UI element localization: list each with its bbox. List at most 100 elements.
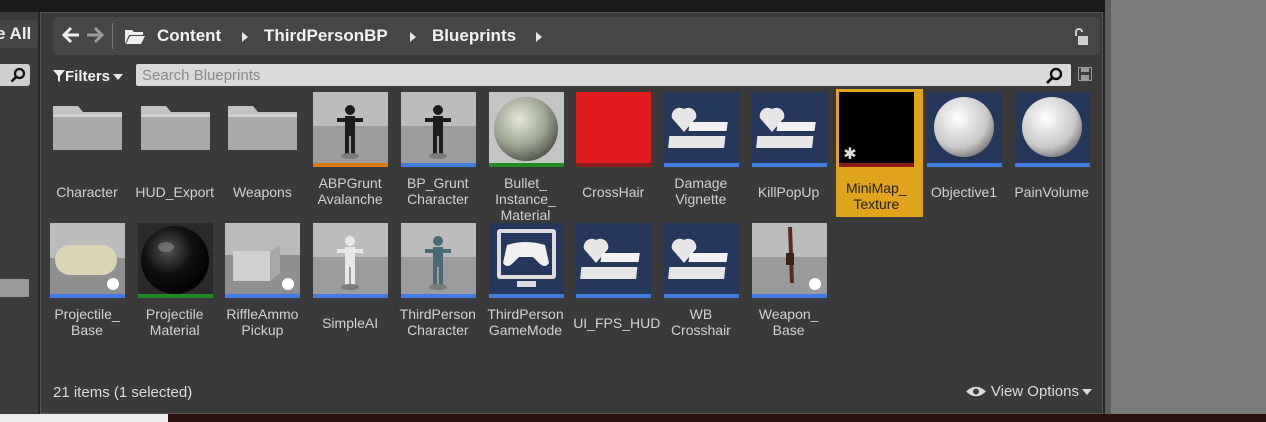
breadcrumb-arrow-icon[interactable] bbox=[536, 32, 542, 42]
filter-icon bbox=[53, 70, 65, 82]
breadcrumb-arrow-icon[interactable] bbox=[242, 32, 248, 42]
asset-thumbnail bbox=[138, 92, 213, 167]
asset-thumbnail bbox=[663, 92, 739, 167]
asset-tile[interactable]: ThirdPerson Character bbox=[398, 220, 485, 348]
asset-tile[interactable]: UI_FPS_HUD bbox=[573, 220, 660, 348]
left-selected-row[interactable] bbox=[0, 279, 29, 297]
content-browser: Content ThirdPersonBP Blueprints Filters… bbox=[40, 12, 1103, 414]
asset-thumbnail bbox=[313, 223, 389, 298]
asset-label: PainVolume bbox=[1014, 184, 1090, 200]
asset-tile[interactable]: Objective1 bbox=[924, 89, 1011, 217]
asset-tile[interactable]: Projectile Material bbox=[135, 220, 222, 348]
asset-label: Bullet_ Instance_ Material bbox=[495, 175, 556, 223]
asset-type-stripe bbox=[1014, 163, 1090, 167]
forward-arrow-icon[interactable] bbox=[85, 25, 105, 45]
asset-type-stripe bbox=[488, 294, 564, 298]
asset-thumbnail bbox=[751, 223, 827, 298]
asset-type-stripe bbox=[400, 163, 476, 167]
asset-thumbnail bbox=[576, 92, 652, 167]
asset-thumbnail bbox=[576, 223, 652, 298]
asset-tile[interactable]: RiffleAmmo Pickup bbox=[222, 220, 309, 348]
asset-thumbnail bbox=[50, 223, 125, 298]
asset-label: Character bbox=[56, 184, 118, 200]
breadcrumb-arrow-icon[interactable] bbox=[410, 32, 416, 42]
filters-button[interactable]: Filters bbox=[53, 66, 124, 88]
search-icon bbox=[10, 67, 26, 83]
folder-open-icon[interactable] bbox=[124, 28, 146, 45]
asset-tile[interactable]: HUD_Export bbox=[135, 89, 222, 217]
asset-label: MiniMap_ Texture bbox=[845, 180, 907, 212]
filters-label: Filters bbox=[65, 68, 111, 85]
widget-icon bbox=[663, 92, 739, 167]
asset-tile[interactable]: Character bbox=[47, 89, 134, 217]
asset-tile[interactable]: Bullet_ Instance_ Material bbox=[486, 89, 573, 223]
right-panel bbox=[1105, 0, 1266, 414]
asset-tile[interactable]: CrossHair bbox=[573, 89, 660, 217]
search-icon[interactable] bbox=[1045, 67, 1063, 85]
asset-label: WB Crosshair bbox=[670, 306, 731, 338]
material-sphere-icon bbox=[488, 92, 564, 167]
asset-tile[interactable]: Projectile_ Base bbox=[47, 220, 134, 348]
asset-thumbnail-icon bbox=[225, 223, 301, 298]
asset-thumbnail bbox=[1014, 92, 1090, 167]
save-all-button[interactable]: e All bbox=[0, 20, 38, 48]
breadcrumb-blueprints[interactable]: Blueprints bbox=[432, 17, 516, 55]
back-arrow-icon[interactable] bbox=[61, 25, 81, 45]
asset-thumbnail-icon bbox=[400, 92, 476, 167]
panel-edge[interactable] bbox=[1105, 0, 1111, 414]
asset-type-stripe bbox=[488, 163, 564, 167]
asset-tile[interactable]: WB Crosshair bbox=[661, 220, 748, 348]
breadcrumb-content[interactable]: Content bbox=[157, 17, 221, 55]
asset-label: KillPopUp bbox=[757, 184, 820, 200]
asset-label: UI_FPS_HUD bbox=[573, 315, 661, 331]
asset-tile[interactable]: PainVolume bbox=[1012, 89, 1099, 217]
asset-label: BP_Grunt Character bbox=[407, 175, 469, 207]
asset-thumbnail bbox=[400, 223, 476, 298]
render-target-icon: ✱ bbox=[839, 92, 915, 167]
asset-thumbnail bbox=[50, 92, 125, 167]
asset-label: ABPGrunt Avalanche bbox=[317, 175, 383, 207]
asset-tile[interactable]: ✱ MiniMap_ Texture bbox=[836, 89, 924, 217]
asset-label: Damage Vignette bbox=[674, 175, 728, 207]
folder-icon bbox=[53, 106, 122, 150]
top-strip bbox=[0, 0, 1105, 12]
asset-thumbnail-icon bbox=[1014, 92, 1090, 167]
asset-tile[interactable]: Damage Vignette bbox=[661, 89, 748, 217]
status-text: 21 items (1 selected) bbox=[53, 384, 193, 401]
asset-tile[interactable]: BP_Grunt Character bbox=[398, 89, 485, 217]
eye-icon bbox=[965, 386, 986, 397]
asset-type-stripe bbox=[137, 294, 213, 298]
asset-label: Weapons bbox=[232, 184, 292, 200]
asset-thumbnail-icon bbox=[313, 92, 389, 167]
save-search-icon[interactable] bbox=[1078, 67, 1092, 81]
asset-thumbnail bbox=[488, 92, 564, 167]
asset-thumbnail bbox=[663, 223, 739, 298]
lock-icon[interactable] bbox=[1072, 28, 1090, 46]
asset-tile[interactable]: SimpleAI bbox=[310, 220, 397, 348]
asset-label: Projectile Material bbox=[145, 306, 204, 338]
chevron-down-icon bbox=[1082, 389, 1092, 396]
asset-tile[interactable]: Weapons bbox=[222, 89, 309, 217]
asset-thumbnail-icon bbox=[313, 223, 389, 298]
asset-thumbnail-icon bbox=[488, 223, 564, 298]
asset-thumbnail bbox=[313, 92, 389, 167]
asset-tile[interactable]: ThirdPerson GameMode bbox=[486, 220, 573, 348]
nav-separator bbox=[112, 23, 113, 49]
asset-tile[interactable]: KillPopUp bbox=[749, 89, 836, 217]
asset-type-stripe bbox=[663, 294, 739, 298]
asset-thumbnail-icon bbox=[751, 223, 827, 298]
asset-tile[interactable]: ABPGrunt Avalanche bbox=[310, 89, 397, 217]
asset-label: Objective1 bbox=[930, 184, 998, 200]
search-input[interactable] bbox=[136, 64, 1071, 86]
asset-type-stripe bbox=[751, 294, 827, 298]
asset-thumbnail: ✱ bbox=[839, 92, 915, 167]
asset-tile[interactable]: Weapon_ Base bbox=[749, 220, 836, 348]
widget-icon bbox=[663, 223, 739, 298]
left-search-button[interactable] bbox=[0, 64, 30, 86]
asset-thumbnail bbox=[400, 92, 476, 167]
view-options-button[interactable]: View Options bbox=[965, 383, 1092, 400]
crosshair-texture-icon bbox=[576, 92, 652, 167]
bottom-strip-light bbox=[0, 414, 168, 422]
breadcrumb-thirdpersonbp[interactable]: ThirdPersonBP bbox=[264, 17, 388, 55]
asset-type-stripe bbox=[751, 163, 827, 167]
